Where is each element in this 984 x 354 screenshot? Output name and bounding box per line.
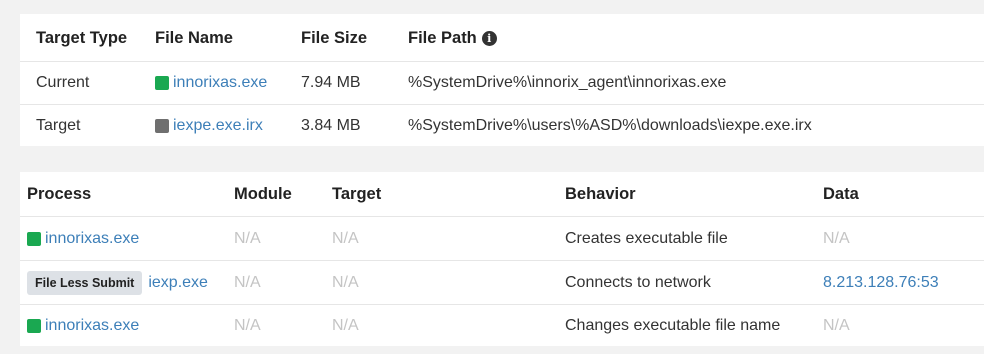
process-link[interactable]: iexp.exe	[148, 274, 208, 292]
green-file-icon	[155, 76, 169, 90]
behavior-cell: Connects to network	[565, 273, 711, 291]
process-cell: File Less Submit iexp.exe	[27, 261, 208, 304]
table-row: Target iexpe.exe.irx 3.84 MB %SystemDriv…	[20, 105, 984, 146]
file-size-cell: 7.94 MB	[301, 74, 361, 91]
green-process-icon	[27, 231, 41, 246]
table-row: innorixas.exe N/A N/A Creates executable…	[20, 217, 984, 260]
target-files-table: Target Type File Name File Size File Pat…	[20, 14, 984, 146]
data-cell: N/A	[823, 316, 850, 334]
target-type-cell: Target	[36, 116, 81, 134]
process-cell: innorixas.exe	[27, 217, 139, 260]
process-link[interactable]: innorixas.exe	[45, 317, 139, 335]
header-target: Target	[332, 184, 382, 203]
target-cell: N/A	[332, 316, 359, 334]
behavior-cell: Creates executable file	[565, 229, 728, 247]
module-cell: N/A	[234, 316, 261, 334]
file-name-link[interactable]: iexpe.exe.irx	[173, 117, 263, 135]
data-cell: N/A	[823, 229, 850, 247]
header-file-path-label: File Path	[408, 28, 477, 47]
file-name-link[interactable]: innorixas.exe	[173, 74, 267, 92]
gray-file-icon	[155, 118, 169, 133]
module-cell: N/A	[234, 229, 261, 247]
header-file-path: File Path i	[408, 14, 497, 62]
table-row: innorixas.exe N/A N/A Changes executable…	[20, 305, 984, 346]
file-name-cell: innorixas.exe	[155, 62, 267, 104]
process-cell: innorixas.exe	[27, 305, 139, 346]
header-process: Process	[27, 184, 92, 203]
header-data: Data	[823, 184, 859, 203]
module-cell: N/A	[234, 273, 261, 291]
info-icon[interactable]: i	[481, 30, 497, 46]
file-path-cell: %SystemDrive%\innorix_agent\innorixas.ex…	[408, 74, 727, 91]
file-path-cell: %SystemDrive%\users\%ASD%\downloads\iexp…	[408, 116, 812, 134]
target-cell: N/A	[332, 273, 359, 291]
green-process-icon	[27, 318, 41, 333]
header-module: Module	[234, 184, 292, 203]
file-less-submit-badge[interactable]: File Less Submit	[27, 270, 143, 295]
network-address-link[interactable]: 8.213.128.76:53	[823, 261, 939, 304]
file-size-cell: 3.84 MB	[301, 116, 361, 134]
file-name-cell: iexpe.exe.irx	[155, 105, 263, 146]
header-file-size: File Size	[301, 28, 368, 47]
header-file-name: File Name	[155, 28, 233, 47]
behavior-table: Process Module Target Behavior Data inno…	[20, 172, 984, 346]
behavior-cell: Changes executable file name	[565, 316, 781, 334]
table-header-row: Target Type File Name File Size File Pat…	[20, 14, 984, 62]
table-row: File Less Submit iexp.exe N/A N/A Connec…	[20, 261, 984, 304]
table-header-row: Process Module Target Behavior Data	[20, 172, 984, 216]
target-cell: N/A	[332, 229, 359, 247]
header-behavior: Behavior	[565, 184, 636, 203]
process-link[interactable]: innorixas.exe	[45, 230, 139, 248]
header-target-type: Target Type	[36, 28, 128, 47]
target-type-cell: Current	[36, 74, 90, 91]
table-row: Current innorixas.exe 7.94 MB %SystemDri…	[20, 62, 984, 104]
